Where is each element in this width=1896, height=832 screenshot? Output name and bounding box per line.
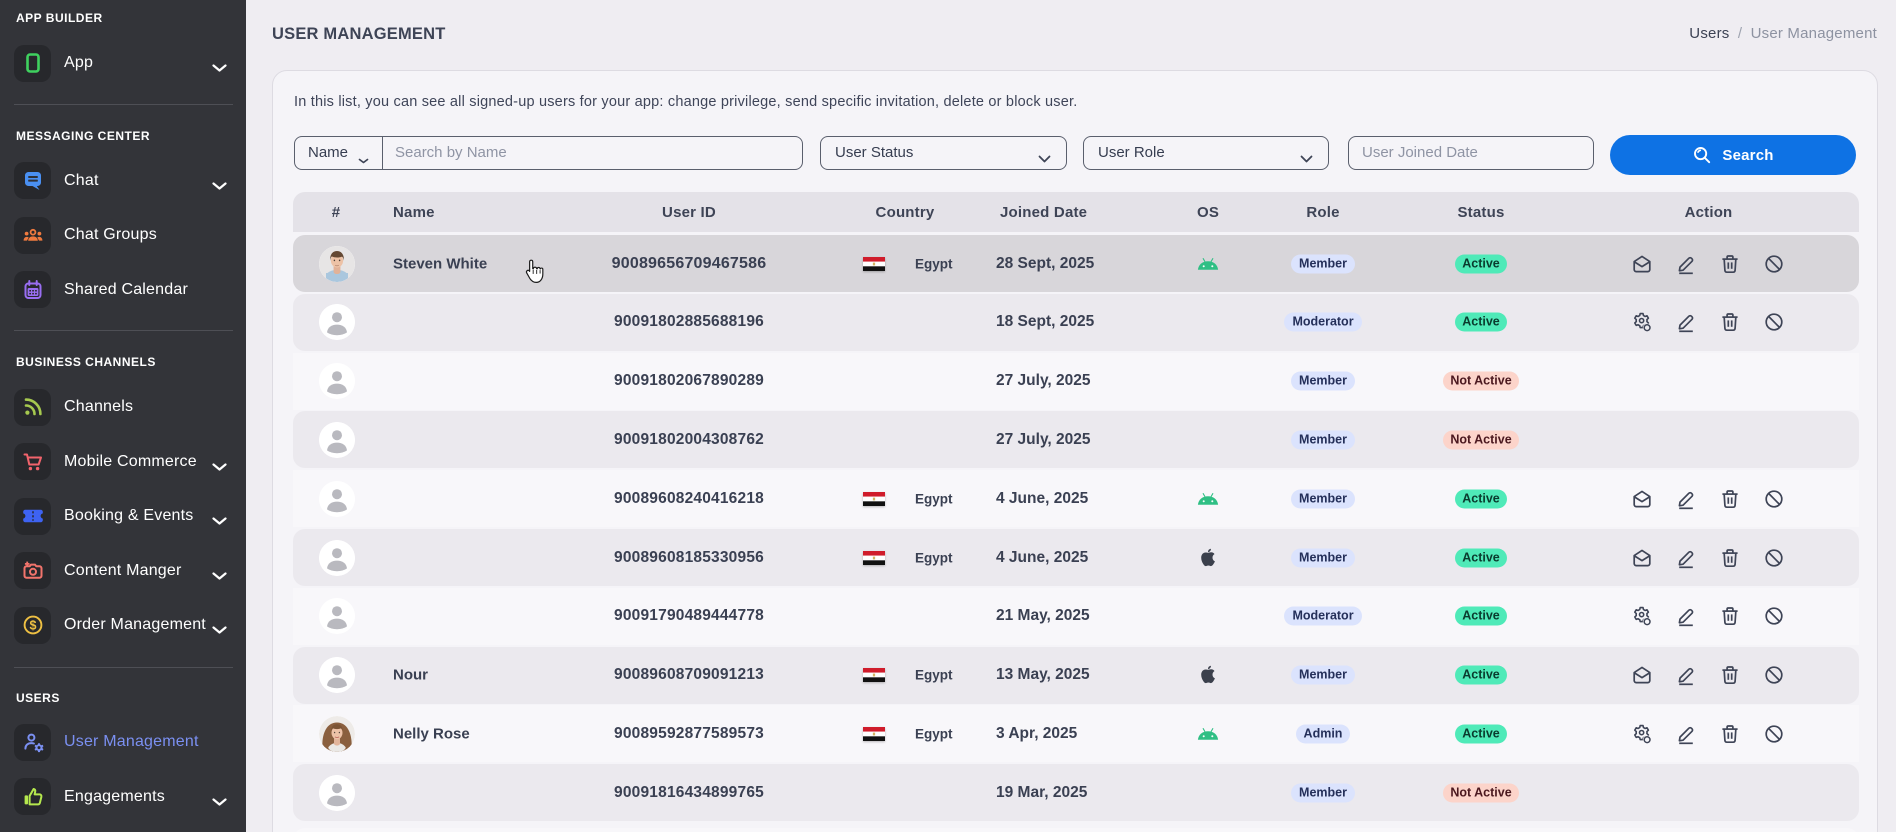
svg-text:$: $	[29, 618, 36, 632]
